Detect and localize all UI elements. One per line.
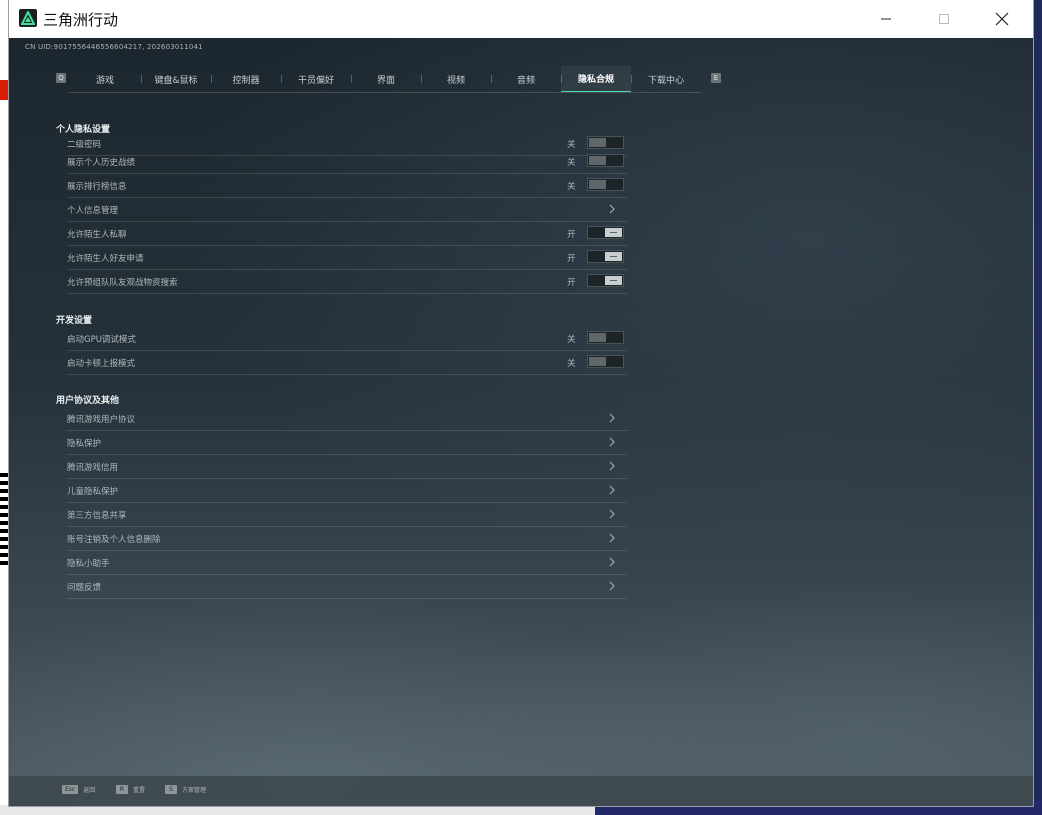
chevron-right-icon — [609, 204, 615, 214]
setting-state: 关 — [567, 140, 576, 150]
setting-row-team-spectate-search[interactable]: 允许预组队队友观战物资搜索 开 — [67, 271, 627, 294]
toggle-switch[interactable] — [587, 331, 624, 344]
toggle-switch[interactable] — [587, 136, 624, 149]
setting-label: 儿童隐私保护 — [67, 487, 119, 497]
setting-label: 个人信息管理 — [67, 206, 119, 216]
tab-privacy[interactable]: 隐私合规 — [561, 66, 631, 92]
link-row-third-party-sharing[interactable]: 第三方信息共享 — [67, 504, 627, 527]
setting-row-stranger-friend-request[interactable]: 允许陌生人好友申请 开 — [67, 247, 627, 270]
link-row-privacy-protection[interactable]: 隐私保护 — [67, 432, 627, 455]
toggle-switch[interactable] — [587, 355, 624, 368]
toggle-switch[interactable] — [587, 178, 624, 191]
toggle-switch[interactable] — [587, 250, 624, 263]
link-row-user-agreement[interactable]: 腾讯游戏用户协议 — [67, 408, 627, 431]
tab-game[interactable]: 游戏 — [69, 66, 141, 92]
tab-controller[interactable]: 控制器 — [211, 66, 281, 92]
link-row-feedback[interactable]: 问题反馈 — [67, 576, 627, 599]
uid-label: CN UID:9017556446556604217, 202603011041 — [25, 43, 203, 51]
back-hint[interactable]: Esc 返回 — [62, 785, 95, 794]
setting-row-show-leaderboard[interactable]: 展示排行榜信息 关 — [67, 175, 627, 198]
maximize-button[interactable] — [915, 0, 973, 38]
setting-row-gpu-debug[interactable]: 启动GPU调试模式 关 — [67, 328, 627, 351]
tab-video[interactable]: 视频 — [421, 66, 491, 92]
tab-operator-preference[interactable]: 干员偏好 — [281, 66, 351, 92]
link-row-account-deletion[interactable]: 账号注销及个人信息删除 — [67, 528, 627, 551]
title-bar[interactable]: 三角洲行动 — [9, 0, 1033, 38]
tab-audio[interactable]: 音频 — [491, 66, 561, 92]
tab-interface[interactable]: 界面 — [351, 66, 421, 92]
settings-tabs: 游戏 键盘&鼠标 控制器 干员偏好 界面 视频 音频 隐私合规 下载中心 — [69, 66, 701, 93]
setting-label: 腾讯游戏信用 — [67, 463, 119, 473]
settings-panel: CN UID:9017556446556604217, 202603011041… — [9, 38, 1033, 806]
setting-label: 问题反馈 — [67, 583, 102, 593]
setting-label: 展示个人历史战绩 — [67, 158, 136, 168]
setting-state: 关 — [567, 335, 576, 345]
toggle-switch[interactable] — [587, 274, 624, 287]
setting-label: 隐私保护 — [67, 439, 102, 449]
toggle-switch[interactable] — [587, 226, 624, 239]
setting-label: 隐私小助手 — [67, 559, 110, 569]
prev-tab-key[interactable]: Q — [56, 73, 66, 83]
setting-state: 开 — [567, 278, 576, 288]
section-title-other: 用户协议及其他 — [56, 396, 120, 406]
hint-label: 方案管理 — [182, 787, 207, 794]
hint-label: 重置 — [133, 787, 146, 794]
window-title: 三角洲行动 — [43, 11, 119, 29]
setting-row-lag-report[interactable]: 启动卡顿上报模式 关 — [67, 352, 627, 375]
reset-hint[interactable]: R 重置 — [116, 785, 145, 794]
chevron-right-icon — [609, 413, 615, 423]
toggle-switch[interactable] — [587, 154, 624, 167]
setting-label: 允许陌生人好友申请 — [67, 254, 144, 264]
setting-state: 开 — [567, 254, 576, 264]
chevron-right-icon — [609, 461, 615, 471]
close-icon — [995, 12, 1009, 26]
setting-row-show-history[interactable]: 展示个人历史战绩 关 — [67, 151, 627, 174]
setting-state: 开 — [567, 230, 576, 240]
link-row-credit[interactable]: 腾讯游戏信用 — [67, 456, 627, 479]
key-cap: Esc — [62, 785, 79, 794]
scheme-manage-hint[interactable]: S 方案管理 — [165, 785, 206, 794]
setting-label: 二级密码 — [67, 140, 102, 150]
minimize-icon — [881, 18, 891, 20]
setting-state: 关 — [567, 359, 576, 369]
key-cap: S — [165, 785, 177, 794]
desktop-fragment — [1032, 0, 1042, 815]
setting-label: 允许预组队队友观战物资搜索 — [67, 278, 178, 288]
setting-state: 关 — [567, 158, 576, 168]
chevron-right-icon — [609, 509, 615, 519]
game-settings-window: 三角洲行动 CN UID:9017556446556604217, 202603… — [9, 0, 1033, 806]
chevron-right-icon — [609, 581, 615, 591]
setting-row-stranger-chat[interactable]: 允许陌生人私聊 开 — [67, 223, 627, 246]
maximize-icon — [939, 14, 949, 24]
tab-download-center[interactable]: 下载中心 — [631, 66, 701, 92]
desktop-fragment — [0, 805, 595, 815]
hint-label: 返回 — [83, 787, 96, 794]
setting-label: 腾讯游戏用户协议 — [67, 415, 136, 425]
setting-row-personal-info[interactable]: 个人信息管理 — [67, 199, 627, 222]
setting-label: 第三方信息共享 — [67, 511, 127, 521]
chevron-right-icon — [609, 485, 615, 495]
setting-label: 账号注销及个人信息删除 — [67, 535, 161, 545]
link-row-privacy-assistant[interactable]: 隐私小助手 — [67, 552, 627, 575]
bottom-hint-bar: Esc 返回 R 重置 S 方案管理 — [9, 776, 1033, 806]
app-logo-icon — [19, 9, 37, 27]
setting-label: 允许陌生人私聊 — [67, 230, 127, 240]
link-row-child-privacy[interactable]: 儿童隐私保护 — [67, 480, 627, 503]
chevron-right-icon — [609, 533, 615, 543]
key-cap: R — [116, 785, 128, 794]
setting-label: 启动卡顿上报模式 — [67, 359, 136, 369]
setting-label: 展示排行榜信息 — [67, 182, 127, 192]
tab-keyboard-mouse[interactable]: 键盘&鼠标 — [141, 66, 211, 92]
chevron-right-icon — [609, 437, 615, 447]
section-title-dev: 开发设置 — [56, 316, 93, 326]
close-button[interactable] — [973, 0, 1031, 38]
chevron-right-icon — [609, 557, 615, 567]
setting-label: 启动GPU调试模式 — [67, 335, 136, 345]
next-tab-key[interactable]: E — [711, 73, 721, 83]
setting-state: 关 — [567, 182, 576, 192]
minimize-button[interactable] — [857, 0, 915, 38]
